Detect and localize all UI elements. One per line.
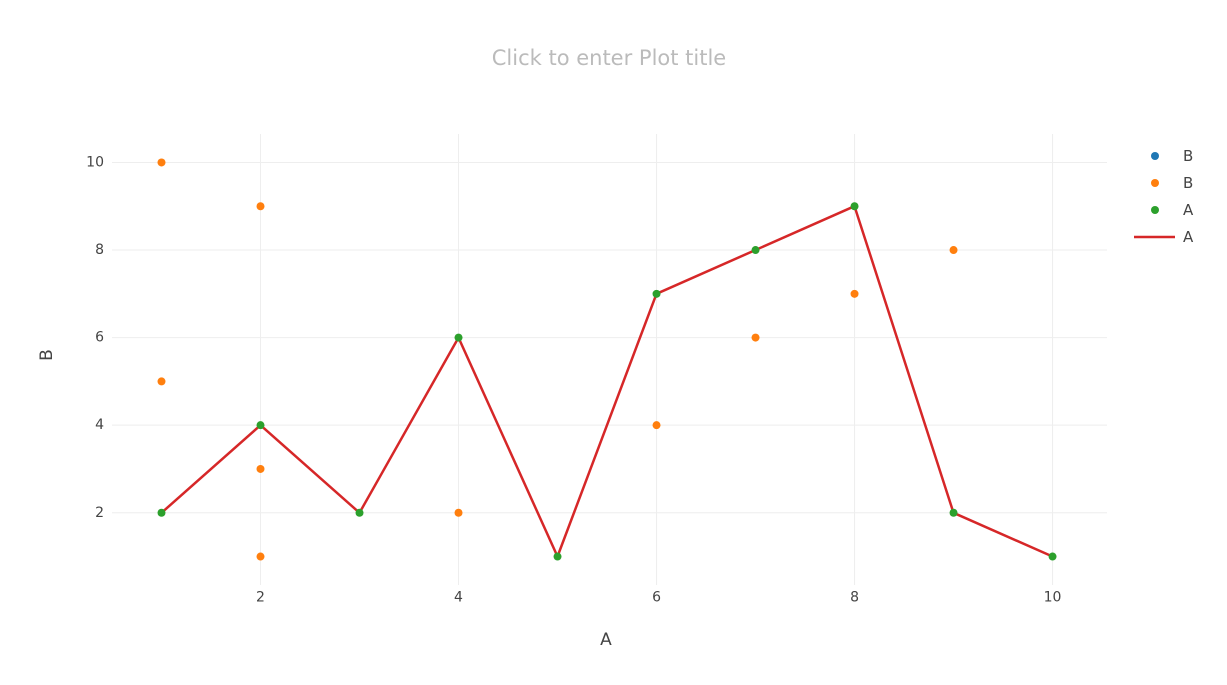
data-point-series-1[interactable]	[850, 289, 859, 298]
y-tick-label: 6	[95, 330, 104, 346]
x-tick-label: 6	[652, 590, 661, 606]
data-point-series-1[interactable]	[256, 552, 265, 561]
data-point-series-2[interactable]	[850, 202, 859, 211]
legend-marker-swatch	[1151, 179, 1159, 187]
data-point-series-1[interactable]	[949, 246, 958, 255]
x-tick-label: 2	[256, 590, 265, 606]
data-point-series-2[interactable]	[157, 508, 166, 517]
x-tick-label: 10	[1044, 590, 1062, 606]
y-tick-label: 10	[86, 154, 104, 170]
legend-marker-swatch	[1151, 206, 1159, 214]
legend-label: B	[1183, 174, 1193, 192]
data-point-series-1[interactable]	[157, 377, 166, 386]
data-point-series-1[interactable]	[256, 464, 265, 473]
y-axis-title[interactable]: B	[37, 349, 57, 361]
x-tick-label: 8	[850, 590, 859, 606]
data-point-series-2[interactable]	[454, 333, 463, 342]
chart-background	[0, 0, 1227, 685]
data-point-series-2[interactable]	[1048, 552, 1057, 561]
data-point-series-1[interactable]	[454, 508, 463, 517]
data-point-series-2[interactable]	[553, 552, 562, 561]
data-point-series-2[interactable]	[652, 289, 661, 298]
legend-marker-swatch	[1151, 152, 1159, 160]
data-point-series-1[interactable]	[157, 158, 166, 167]
data-point-series-2[interactable]	[355, 508, 364, 517]
x-tick-label: 4	[454, 590, 463, 606]
plot-title[interactable]: Click to enter Plot title	[492, 46, 726, 70]
data-point-series-2[interactable]	[256, 421, 265, 430]
legend-label: B	[1183, 147, 1193, 165]
y-tick-label: 8	[95, 242, 104, 258]
y-tick-label: 4	[95, 417, 104, 433]
data-point-series-2[interactable]	[751, 246, 760, 255]
legend-label: A	[1183, 228, 1194, 246]
x-axis-title[interactable]: A	[600, 630, 612, 650]
legend-label: A	[1183, 201, 1194, 219]
data-point-series-1[interactable]	[751, 333, 760, 342]
data-point-series-1[interactable]	[256, 202, 265, 211]
data-point-series-2[interactable]	[949, 508, 958, 517]
data-point-series-1[interactable]	[652, 421, 661, 430]
y-tick-label: 2	[95, 505, 104, 521]
chart: Click to enter Plot title 2 4 6 8 10 2 4 6 8 10 A…	[0, 0, 1227, 685]
